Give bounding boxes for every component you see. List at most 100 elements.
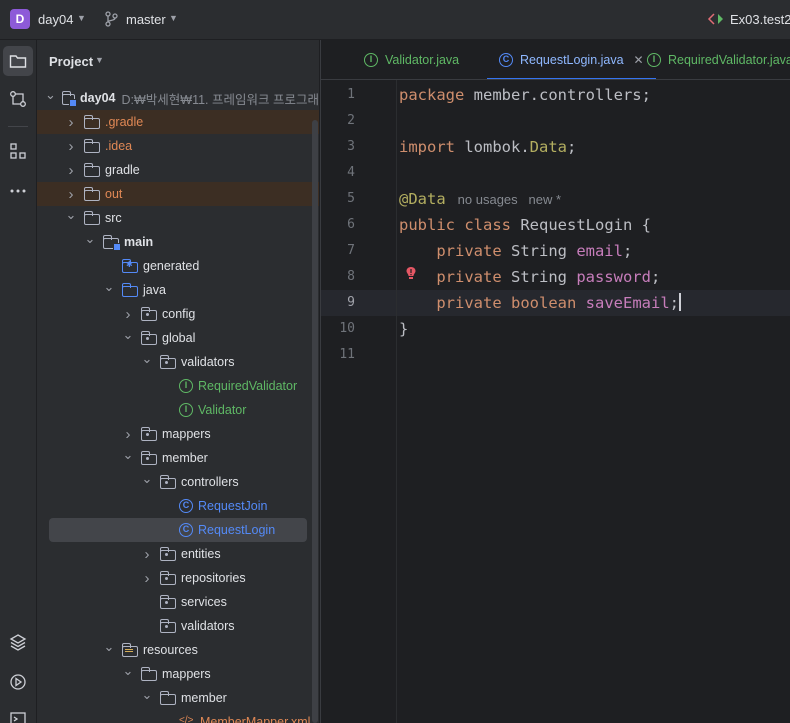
project-badge[interactable]: D: [10, 9, 30, 29]
code-line[interactable]: private String email;: [399, 238, 632, 264]
structure-tool-button[interactable]: [3, 136, 33, 166]
project-tool-button[interactable]: [3, 46, 33, 76]
branch-switcher[interactable]: master: [126, 12, 166, 27]
chevron-down-icon[interactable]: ⌄: [83, 231, 97, 247]
line-number[interactable]: 5: [335, 186, 355, 212]
line-number[interactable]: 11: [335, 342, 355, 368]
tree-item[interactable]: ⌄ java: [37, 278, 319, 302]
inlay-hint[interactable]: no usages new *: [458, 192, 561, 207]
chevron-down-icon[interactable]: ⌄: [102, 279, 116, 295]
code-line[interactable]: @Data no usages new *: [399, 186, 561, 212]
code-line[interactable]: import lombok.Data;: [399, 134, 576, 160]
project-switcher[interactable]: day04: [38, 12, 73, 27]
code-line[interactable]: private boolean saveEmail;: [399, 290, 681, 316]
editor-tab[interactable]: I RequiredValidator.java: [647, 40, 790, 79]
chevron-right-icon[interactable]: ›: [64, 138, 78, 155]
tree-item[interactable]: › entities: [37, 542, 319, 566]
chevron-down-icon[interactable]: ▼: [169, 13, 178, 23]
chevron-right-icon[interactable]: ›: [121, 306, 135, 323]
chevron-right-icon[interactable]: ›: [64, 114, 78, 131]
tree-item-label: member: [181, 691, 227, 705]
tree-item[interactable]: ⌄ main: [37, 230, 319, 254]
chevron-down-icon[interactable]: ⌄: [140, 471, 154, 487]
chevron-down-icon[interactable]: ⌄: [121, 327, 135, 343]
code-line[interactable]: package member.controllers;: [399, 82, 651, 108]
tree-item[interactable]: › gradle: [37, 158, 319, 182]
tree-item[interactable]: ⌄ day04 D:₩박세현₩11. 프레임워크 프로그래: [37, 86, 319, 110]
tree-item[interactable]: ⌄ controllers: [37, 470, 319, 494]
module-folder-icon: [61, 90, 78, 107]
tree-item[interactable]: ⌄ validators: [37, 350, 319, 374]
chevron-down-icon[interactable]: ⌄: [102, 639, 116, 655]
chevron-down-icon[interactable]: ⌄: [64, 207, 78, 223]
tree-item[interactable]: ⌄ member: [37, 446, 319, 470]
tree-item[interactable]: ⌄ global: [37, 326, 319, 350]
tree-item[interactable]: validators: [37, 614, 319, 638]
tree-item[interactable]: › repositories: [37, 566, 319, 590]
chevron-down-icon[interactable]: ⌄: [121, 663, 135, 679]
commit-tool-button[interactable]: [3, 84, 33, 114]
tree-item[interactable]: ⌄ member: [37, 686, 319, 710]
line-number[interactable]: 8: [335, 264, 355, 290]
code-line[interactable]: }: [399, 316, 408, 342]
line-number[interactable]: 2: [335, 108, 355, 134]
chevron-right-icon[interactable]: ›: [140, 546, 154, 563]
tree-item-label: out: [105, 187, 123, 201]
tree-item[interactable]: C RequestLogin: [49, 518, 307, 542]
tree-item-label: services: [181, 595, 227, 609]
close-tab-icon[interactable]: ✕: [634, 53, 644, 67]
tree-item[interactable]: </> MemberMapper.xml: [37, 710, 319, 723]
chevron-down-icon[interactable]: ▼: [77, 13, 86, 23]
project-panel-title[interactable]: Project: [49, 54, 93, 69]
tree-item[interactable]: › out: [37, 182, 319, 206]
line-number[interactable]: 7: [335, 238, 355, 264]
more-tools-button[interactable]: [3, 176, 33, 206]
chevron-right-icon[interactable]: ›: [64, 186, 78, 203]
line-number[interactable]: 9: [335, 290, 355, 316]
line-number[interactable]: 3: [335, 134, 355, 160]
tree-item[interactable]: › config: [37, 302, 319, 326]
tree-item[interactable]: ⌄ mappers: [37, 662, 319, 686]
branch-icon[interactable]: [104, 11, 118, 30]
layers-icon: [9, 634, 27, 651]
tree-item[interactable]: I Validator: [37, 398, 319, 422]
tree-item-label: gradle: [105, 163, 140, 177]
tree-item[interactable]: generated: [37, 254, 319, 278]
chevron-right-icon[interactable]: ›: [121, 426, 135, 443]
tree-item[interactable]: › .idea: [37, 134, 319, 158]
code-line[interactable]: private String password;: [399, 264, 660, 290]
code-token: public: [399, 216, 455, 234]
terminal-tool-button[interactable]: [3, 704, 33, 723]
line-number[interactable]: 6: [335, 212, 355, 238]
chevron-right-icon[interactable]: ›: [140, 570, 154, 587]
tree-item[interactable]: ⌄ resources: [37, 638, 319, 662]
tree-item[interactable]: C RequestJoin: [37, 494, 319, 518]
line-number[interactable]: 4: [335, 160, 355, 186]
editor-tab[interactable]: C RequestLogin.java ✕: [487, 40, 656, 79]
chevron-down-icon[interactable]: ⌄: [140, 351, 154, 367]
chevron-down-icon[interactable]: ⌄: [140, 687, 154, 703]
layers-tool-button[interactable]: [3, 627, 33, 657]
chevron-right-icon[interactable]: ›: [64, 162, 78, 179]
editor-tab[interactable]: I Validator.java: [364, 40, 459, 79]
tree-item[interactable]: ⌄ src: [37, 206, 319, 230]
code-token: ;: [622, 242, 633, 260]
code-line[interactable]: public class RequestLogin {: [399, 212, 651, 238]
run-config-icon[interactable]: [707, 12, 725, 29]
tree-item[interactable]: services: [37, 590, 319, 614]
project-scrollbar[interactable]: [312, 120, 318, 723]
tree-item-label: mappers: [162, 667, 211, 681]
tree-item[interactable]: › .gradle: [37, 110, 319, 134]
tree-item-path: D:₩박세현₩11. 프레임워크 프로그래: [121, 92, 319, 107]
line-number[interactable]: 1: [335, 82, 355, 108]
chevron-down-icon[interactable]: ▼: [95, 55, 104, 65]
chevron-down-icon[interactable]: ⌄: [45, 87, 56, 103]
tree-item[interactable]: › mappers: [37, 422, 319, 446]
run-config-name[interactable]: Ex03.test2: [730, 12, 790, 27]
line-number[interactable]: 10: [335, 316, 355, 342]
chevron-down-icon[interactable]: ⌄: [121, 447, 135, 463]
services-tool-button[interactable]: [3, 667, 33, 697]
more-icon: [10, 189, 26, 193]
interface-icon: I: [647, 53, 661, 67]
tree-item[interactable]: I RequiredValidator: [37, 374, 319, 398]
